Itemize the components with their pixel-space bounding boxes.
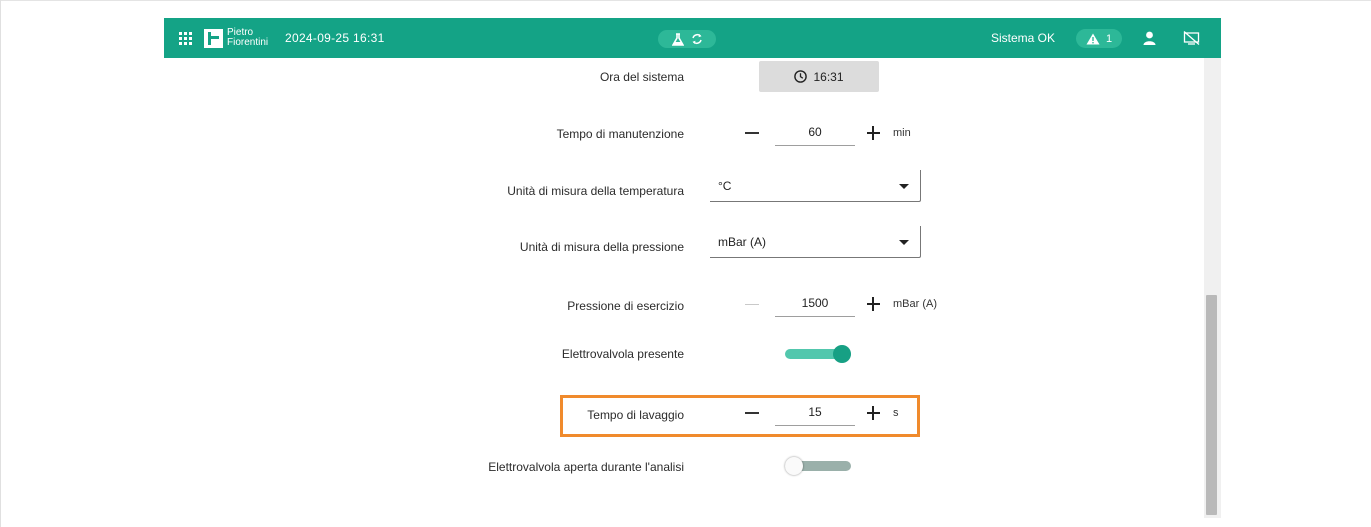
frame-top-border xyxy=(0,0,1371,1)
app-menu-button[interactable] xyxy=(174,18,196,58)
wash-time-stepper: 15 s xyxy=(741,400,921,426)
screen-off-icon xyxy=(1183,31,1199,45)
caret-down-icon xyxy=(899,240,909,245)
system-time-value: 16:31 xyxy=(813,69,844,84)
maintenance-time-increment[interactable] xyxy=(865,120,883,146)
system-datetime: 2024-09-25 16:31 xyxy=(285,31,385,45)
warning-icon xyxy=(1086,33,1100,44)
device-screen: Pietro Fiorentini 2024-09-25 16:31 Siste… xyxy=(164,18,1221,518)
wash-time-label: Tempo di lavaggio xyxy=(587,408,684,422)
frame-left-border xyxy=(0,0,1,527)
sync-icon xyxy=(691,33,702,45)
wash-time-increment[interactable] xyxy=(865,400,883,426)
top-bar: Pietro Fiorentini 2024-09-25 16:31 Siste… xyxy=(164,18,1221,58)
document-frame: Pietro Fiorentini 2024-09-25 16:31 Siste… xyxy=(0,0,1371,527)
operating-pressure-input[interactable]: 1500 xyxy=(775,291,855,317)
pressure-unit-label: Unità di misura della pressione xyxy=(519,240,684,254)
flask-icon xyxy=(671,32,684,46)
system-time-label: Ora del sistema xyxy=(599,70,684,84)
pressure-unit-select[interactable]: mBar (A) xyxy=(710,226,921,258)
display-toggle-button[interactable] xyxy=(1181,18,1201,58)
solenoid-present-toggle[interactable] xyxy=(785,345,851,363)
clock-icon xyxy=(794,70,808,83)
logo-icon xyxy=(204,28,223,48)
mode-indicator[interactable] xyxy=(658,30,716,48)
user-button[interactable] xyxy=(1141,18,1157,58)
wash-time-unit: s xyxy=(893,407,899,419)
system-status: Sistema OK xyxy=(991,31,1056,45)
vertical-scrollbar[interactable] xyxy=(1204,58,1221,518)
caret-down-icon xyxy=(899,184,909,189)
solenoid-open-analysis-toggle[interactable] xyxy=(785,457,851,475)
maintenance-time-stepper: 60 min xyxy=(741,120,921,146)
settings-panel: Ora del sistema 16:31 Tempo di manutenzi… xyxy=(164,58,1204,518)
maintenance-time-unit: min xyxy=(893,127,911,139)
maintenance-time-label: Tempo di manutenzione xyxy=(556,127,684,141)
system-time-button[interactable]: 16:31 xyxy=(759,61,879,92)
toggle-thumb xyxy=(833,345,851,363)
user-icon xyxy=(1143,31,1155,45)
operating-pressure-increment[interactable] xyxy=(865,291,883,317)
solenoid-open-analysis-label: Elettrovalvola aperta durante l'analisi xyxy=(488,460,684,474)
wash-time-input[interactable]: 15 xyxy=(775,400,855,426)
maintenance-time-decrement[interactable] xyxy=(741,120,763,146)
solenoid-present-label: Elettrovalvola presente xyxy=(561,347,684,361)
operating-pressure-stepper: 1500 mBar (A) xyxy=(741,291,937,317)
brand-name-line2: Fiorentini xyxy=(227,37,269,48)
operating-pressure-label: Pressione di esercizio xyxy=(567,299,684,313)
pressure-unit-value: mBar (A) xyxy=(718,235,766,249)
scrollbar-thumb[interactable] xyxy=(1206,295,1217,515)
alarm-count: 1 xyxy=(1105,32,1113,45)
wash-time-decrement[interactable] xyxy=(741,400,763,426)
grid-icon xyxy=(178,31,192,45)
alarm-indicator[interactable]: 1 xyxy=(1076,29,1122,48)
operating-pressure-unit: mBar (A) xyxy=(893,298,937,310)
operating-pressure-decrement[interactable] xyxy=(741,291,763,317)
temperature-unit-select[interactable]: °C xyxy=(710,170,921,202)
brand-logo: Pietro Fiorentini xyxy=(204,18,268,58)
toggle-thumb xyxy=(785,457,803,475)
maintenance-time-input[interactable]: 60 xyxy=(775,120,855,146)
temperature-unit-value: °C xyxy=(718,179,732,193)
temperature-unit-label: Unità di misura della temperatura xyxy=(507,184,684,198)
